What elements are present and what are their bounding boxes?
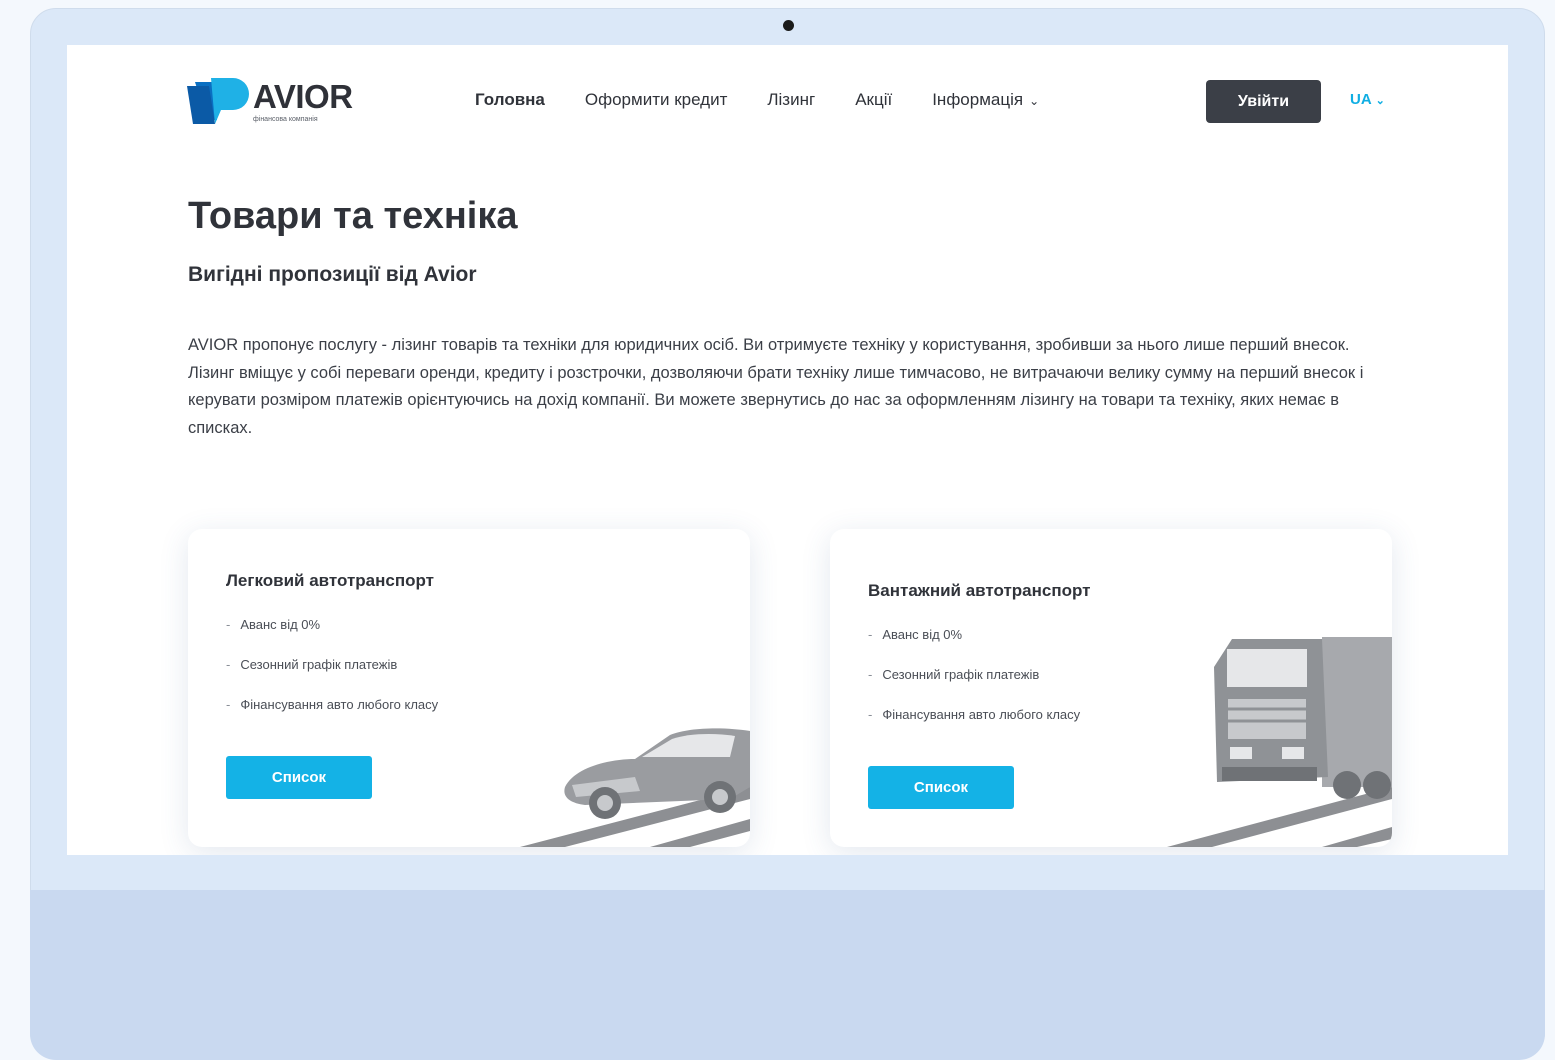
logo-wordmark: AVIOR xyxy=(253,78,353,115)
brand-logo[interactable]: AVIOR фінансова компанія xyxy=(187,78,357,128)
nav-item-credit[interactable]: Оформити кредит xyxy=(585,90,727,110)
feature-item: - Аванс від 0% xyxy=(226,617,321,632)
website-screen: AVIOR фінансова компанія Головна Оформит… xyxy=(67,45,1508,855)
card-title: Вантажний автотранспорт xyxy=(868,581,1091,600)
feature-text: Аванс від 0% xyxy=(882,627,963,642)
truck-illustration-icon xyxy=(1167,637,1392,847)
card-title: Легковий автотранспорт xyxy=(226,571,434,590)
nav-item-information[interactable]: Інформація ⌄ xyxy=(932,90,1039,110)
feature-text: Аванс від 0% xyxy=(240,617,321,632)
feature-text: Сезонний графік платежів xyxy=(240,657,398,672)
chevron-down-icon: ⌄ xyxy=(1029,94,1040,108)
camera-dot xyxy=(783,20,794,31)
monitor-chin xyxy=(30,890,1545,1060)
car-illustration-icon xyxy=(520,728,750,847)
logo-mark-icon xyxy=(187,78,249,124)
card-trucks: Вантажний автотранспорт - Аванс від 0% -С… xyxy=(830,529,1392,847)
card-passenger-cars: Легковий автотранспорт - Аванс від 0% - Се… xyxy=(188,529,750,847)
nav-item-leasing[interactable]: Лізинг xyxy=(767,90,815,110)
language-selector[interactable]: UA ⌄ xyxy=(1350,91,1385,108)
nav-item-information-label: Інформація xyxy=(932,90,1024,109)
page-description: AVIOR пропонує послугу - лізинг товарів … xyxy=(188,336,1364,437)
page-subtitle: Вигідні пропозиції від Avior xyxy=(188,263,477,286)
logo-tagline: фінансова компанія xyxy=(253,116,318,123)
page-title: Товари та техніка xyxy=(188,195,518,237)
language-label: UA xyxy=(1350,91,1372,108)
main-nav: Головна Оформити кредит Лізинг Акції Інф… xyxy=(475,90,1079,110)
login-button[interactable]: Увійти xyxy=(1206,80,1321,123)
chevron-down-icon: ⌄ xyxy=(1375,95,1385,107)
nav-item-home[interactable]: Головна xyxy=(475,90,545,110)
nav-item-promotions[interactable]: Акції xyxy=(855,90,892,110)
